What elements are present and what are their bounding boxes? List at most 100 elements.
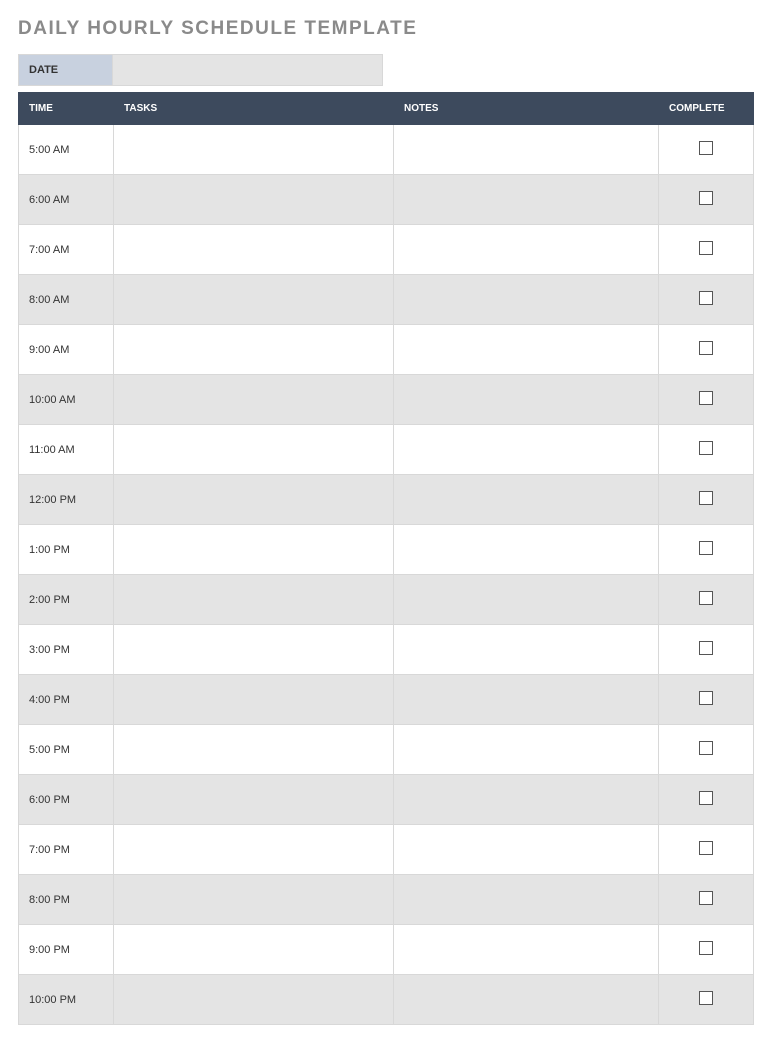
tasks-input[interactable] xyxy=(124,575,383,624)
complete-cell xyxy=(659,375,754,425)
tasks-cell xyxy=(114,625,394,675)
complete-checkbox[interactable] xyxy=(699,441,713,455)
complete-cell xyxy=(659,825,754,875)
tasks-cell xyxy=(114,525,394,575)
notes-input[interactable] xyxy=(404,675,648,724)
tasks-cell xyxy=(114,325,394,375)
notes-cell xyxy=(394,775,659,825)
notes-input[interactable] xyxy=(404,575,648,624)
complete-checkbox[interactable] xyxy=(699,591,713,605)
notes-input[interactable] xyxy=(404,425,648,474)
notes-input[interactable] xyxy=(404,725,648,774)
notes-cell xyxy=(394,425,659,475)
table-row: 1:00 PM xyxy=(19,525,754,575)
notes-input[interactable] xyxy=(404,875,648,924)
complete-checkbox[interactable] xyxy=(699,391,713,405)
tasks-input[interactable] xyxy=(124,975,383,1024)
notes-cell xyxy=(394,825,659,875)
notes-input[interactable] xyxy=(404,525,648,574)
complete-checkbox[interactable] xyxy=(699,841,713,855)
tasks-cell xyxy=(114,175,394,225)
complete-cell xyxy=(659,775,754,825)
tasks-input[interactable] xyxy=(124,625,383,674)
header-row: TIME TASKS NOTES COMPLETE xyxy=(19,93,754,125)
complete-cell xyxy=(659,175,754,225)
table-row: 11:00 AM xyxy=(19,425,754,475)
notes-input[interactable] xyxy=(404,975,648,1024)
tasks-cell xyxy=(114,725,394,775)
tasks-cell xyxy=(114,425,394,475)
tasks-cell xyxy=(114,675,394,725)
table-row: 9:00 AM xyxy=(19,325,754,375)
notes-input[interactable] xyxy=(404,475,648,524)
tasks-cell xyxy=(114,575,394,625)
notes-input[interactable] xyxy=(404,225,648,274)
complete-checkbox[interactable] xyxy=(699,341,713,355)
tasks-input[interactable] xyxy=(124,675,383,724)
time-cell: 7:00 AM xyxy=(19,225,114,275)
complete-checkbox[interactable] xyxy=(699,291,713,305)
complete-checkbox[interactable] xyxy=(699,991,713,1005)
notes-cell xyxy=(394,975,659,1025)
tasks-input[interactable] xyxy=(124,925,383,974)
complete-checkbox[interactable] xyxy=(699,491,713,505)
tasks-input[interactable] xyxy=(124,475,383,524)
complete-cell xyxy=(659,575,754,625)
tasks-input[interactable] xyxy=(124,825,383,874)
time-cell: 2:00 PM xyxy=(19,575,114,625)
notes-cell xyxy=(394,675,659,725)
notes-input[interactable] xyxy=(404,925,648,974)
notes-input[interactable] xyxy=(404,325,648,374)
complete-checkbox[interactable] xyxy=(699,941,713,955)
notes-cell xyxy=(394,725,659,775)
complete-checkbox[interactable] xyxy=(699,791,713,805)
table-row: 10:00 AM xyxy=(19,375,754,425)
notes-input[interactable] xyxy=(404,625,648,674)
date-input[interactable] xyxy=(113,54,383,86)
table-row: 8:00 PM xyxy=(19,875,754,925)
complete-checkbox[interactable] xyxy=(699,541,713,555)
tasks-input[interactable] xyxy=(124,325,383,374)
tasks-input[interactable] xyxy=(124,775,383,824)
time-cell: 10:00 AM xyxy=(19,375,114,425)
tasks-input[interactable] xyxy=(124,425,383,474)
notes-input[interactable] xyxy=(404,275,648,324)
tasks-input[interactable] xyxy=(124,725,383,774)
complete-checkbox[interactable] xyxy=(699,691,713,705)
complete-cell xyxy=(659,625,754,675)
notes-cell xyxy=(394,875,659,925)
notes-input[interactable] xyxy=(404,775,648,824)
tasks-input[interactable] xyxy=(124,875,383,924)
date-label: DATE xyxy=(18,54,113,86)
complete-cell xyxy=(659,125,754,175)
table-row: 5:00 AM xyxy=(19,125,754,175)
complete-checkbox[interactable] xyxy=(699,191,713,205)
complete-checkbox[interactable] xyxy=(699,141,713,155)
notes-input[interactable] xyxy=(404,825,648,874)
complete-checkbox[interactable] xyxy=(699,641,713,655)
table-row: 7:00 AM xyxy=(19,225,754,275)
tasks-input[interactable] xyxy=(124,375,383,424)
notes-input[interactable] xyxy=(404,125,648,174)
time-cell: 6:00 PM xyxy=(19,775,114,825)
notes-input[interactable] xyxy=(404,175,648,224)
complete-checkbox[interactable] xyxy=(699,891,713,905)
tasks-cell xyxy=(114,225,394,275)
tasks-input[interactable] xyxy=(124,125,383,174)
notes-input[interactable] xyxy=(404,375,648,424)
complete-cell xyxy=(659,925,754,975)
complete-checkbox[interactable] xyxy=(699,241,713,255)
tasks-cell xyxy=(114,925,394,975)
tasks-input[interactable] xyxy=(124,525,383,574)
table-row: 2:00 PM xyxy=(19,575,754,625)
notes-cell xyxy=(394,325,659,375)
complete-cell xyxy=(659,275,754,325)
complete-checkbox[interactable] xyxy=(699,741,713,755)
notes-cell xyxy=(394,525,659,575)
tasks-input[interactable] xyxy=(124,225,383,274)
table-row: 12:00 PM xyxy=(19,475,754,525)
tasks-input[interactable] xyxy=(124,275,383,324)
tasks-cell xyxy=(114,275,394,325)
schedule-table: TIME TASKS NOTES COMPLETE 5:00 AM6:00 AM… xyxy=(18,92,754,1025)
tasks-input[interactable] xyxy=(124,175,383,224)
